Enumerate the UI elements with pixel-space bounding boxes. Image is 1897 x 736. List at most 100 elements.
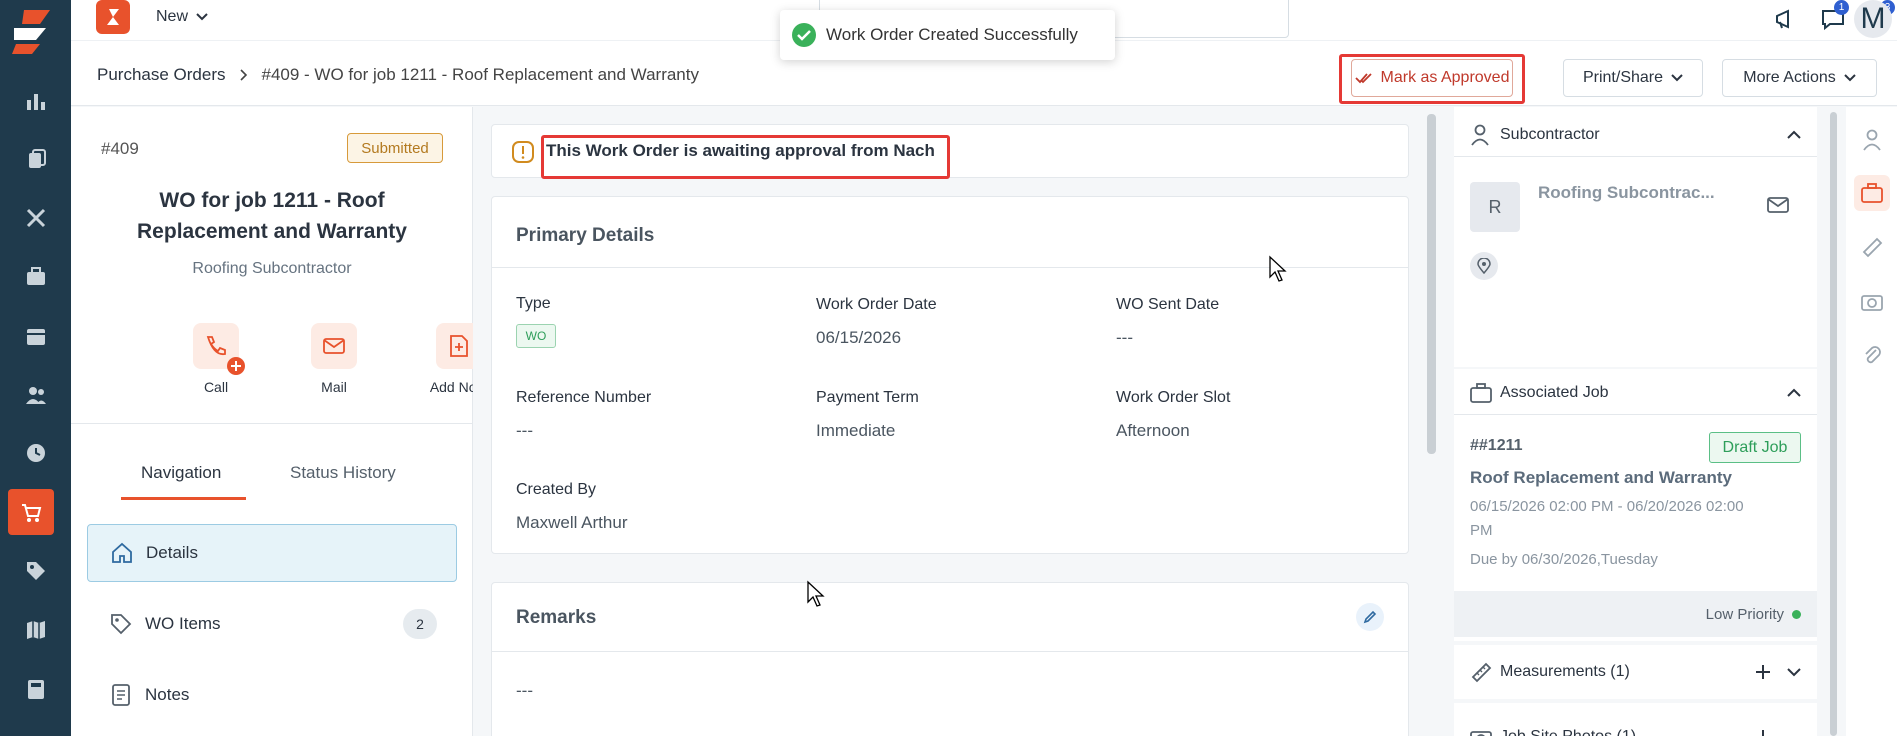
reference-number-label: Reference Number [516, 389, 652, 406]
right-panel-scrollbar[interactable] [1830, 112, 1837, 736]
chevron-up-icon [1787, 388, 1801, 397]
job-dates: 06/15/2026 02:00 PM - 06/20/2026 02:00 P… [1470, 495, 1744, 543]
right-icon-rail [1846, 107, 1897, 736]
mail-action[interactable]: Mail [289, 323, 379, 395]
main-scrollbar[interactable] [1427, 114, 1436, 454]
primary-details-card: Primary Details Type WO Work Order Date … [491, 196, 1409, 554]
approval-alert: This Work Order is awaiting approval fro… [491, 124, 1409, 178]
associated-job-header-label: Associated Job [1500, 383, 1609, 401]
main-content: This Work Order is awaiting approval fro… [473, 107, 1441, 736]
payment-term-value: Immediate [816, 421, 896, 440]
brand-logo[interactable] [10, 6, 54, 54]
new-label: New [156, 8, 189, 25]
toast-message: Work Order Created Successfully [826, 25, 1078, 44]
print-share-label: Print/Share [1582, 69, 1664, 86]
job-site-photos-header[interactable]: Job Site Photos (1) [1454, 715, 1817, 736]
chevron-down-icon [1671, 74, 1683, 82]
wo-slot-label: Work Order Slot [1116, 389, 1231, 406]
success-toast: Work Order Created Successfully [780, 10, 1115, 60]
chevron-down-icon [1787, 667, 1801, 676]
job-title[interactable]: Roof Replacement and Warranty [1470, 468, 1732, 488]
chevron-up-icon [1787, 130, 1801, 139]
approval-alert-text: This Work Order is awaiting approval fro… [546, 141, 935, 160]
chevron-down-icon [1844, 74, 1856, 82]
ruler-icon[interactable] [1854, 229, 1890, 265]
paperclip-icon[interactable] [1854, 337, 1890, 373]
calculator-icon[interactable] [0, 666, 71, 712]
ruler-icon [1471, 662, 1492, 683]
more-actions-button[interactable]: More Actions [1722, 59, 1877, 97]
associated-job-header[interactable]: Associated Job [1454, 371, 1817, 415]
user-avatar[interactable]: M [1854, 0, 1892, 38]
nav-item-wo-items[interactable]: WO Items 2 [87, 595, 457, 653]
chevron-down-icon [196, 13, 208, 21]
dashboard-icon[interactable] [0, 78, 71, 124]
phone-icon [193, 323, 245, 375]
measurements-header[interactable]: Measurements (1) [1454, 650, 1817, 694]
measurements-label: Measurements (1) [1500, 663, 1630, 680]
briefcase-icon[interactable] [0, 254, 71, 300]
check-circle-icon [792, 23, 816, 47]
documents-icon[interactable] [0, 136, 71, 182]
chat-icon[interactable]: 1 [1817, 0, 1849, 36]
breadcrumb: Purchase Orders #409 - WO for job 1211 -… [97, 65, 699, 85]
camera-icon[interactable] [1854, 283, 1890, 319]
tools-icon[interactable] [0, 195, 71, 241]
right-info-panel: Subcontractor R Roofing Subcontrac... As… [1441, 107, 1829, 736]
double-check-icon [1354, 73, 1372, 84]
user-icon[interactable] [1854, 122, 1890, 158]
measurements-section: Measurements (1) [1454, 645, 1817, 699]
tag-icon[interactable] [0, 548, 71, 594]
job-site-photos-label: Job Site Photos (1) [1500, 728, 1636, 736]
breadcrumb-current: #409 - WO for job 1211 - Roof Replacemen… [261, 65, 699, 84]
tag-icon [111, 614, 132, 635]
mail-icon [311, 323, 357, 369]
wo-title-line2: Replacement and Warranty [137, 220, 407, 243]
remarks-card: Remarks --- [491, 582, 1409, 736]
call-label: Call [203, 379, 229, 395]
contacts-icon[interactable] [0, 372, 71, 418]
calendar-icon[interactable] [0, 313, 71, 359]
created-by-label: Created By [516, 481, 597, 498]
wo-number: #409 [101, 139, 139, 158]
briefcase-icon[interactable] [1854, 175, 1890, 211]
more-actions-label: More Actions [1743, 69, 1836, 86]
chevron-right-icon [239, 69, 247, 81]
subcontractor-avatar: R [1470, 182, 1520, 232]
remarks-title: Remarks [516, 607, 597, 628]
mail-label: Mail [321, 379, 347, 395]
app-switcher-icon[interactable] [96, 0, 130, 34]
job-due-date: Due by 06/30/2026,Tuesday [1470, 551, 1658, 568]
call-action[interactable]: Call [171, 323, 261, 395]
edit-remarks-button[interactable] [1356, 603, 1384, 631]
subcontractor-header[interactable]: Subcontractor [1454, 113, 1817, 157]
wo-subcontractor: Roofing Subcontractor [192, 260, 352, 277]
subcontractor-name[interactable]: Roofing Subcontrac... [1538, 183, 1715, 203]
status-badge: Submitted [347, 133, 443, 163]
nav-item-notes[interactable]: Notes [87, 666, 457, 724]
mail-icon[interactable] [1767, 197, 1789, 213]
breadcrumb-purchase-orders[interactable]: Purchase Orders [97, 65, 226, 85]
wo-date-value: 06/15/2026 [816, 328, 902, 347]
print-share-button[interactable]: Print/Share [1563, 59, 1703, 97]
briefcase-icon [1470, 382, 1492, 403]
created-by-value: Maxwell Arthur [516, 513, 628, 532]
priority-dot-icon [1792, 609, 1801, 619]
job-status-badge: Draft Job [1709, 432, 1801, 463]
add-measurement-icon[interactable] [1755, 664, 1771, 680]
nav-item-details[interactable]: Details [87, 524, 457, 582]
user-icon [1471, 124, 1489, 146]
mark-approved-button[interactable]: Mark as Approved [1351, 59, 1513, 97]
add-photo-icon[interactable] [1755, 729, 1771, 736]
new-dropdown-button[interactable]: New [156, 8, 208, 26]
megaphone-icon[interactable] [1771, 2, 1803, 36]
location-pin-icon[interactable] [1470, 252, 1498, 280]
mouse-cursor-icon [807, 580, 825, 607]
tab-navigation[interactable]: Navigation [141, 463, 221, 483]
map-icon[interactable] [0, 607, 71, 653]
purchase-orders-cart-icon[interactable] [8, 489, 54, 535]
clock-icon[interactable] [0, 430, 71, 476]
tab-status-history[interactable]: Status History [290, 463, 396, 483]
wo-sent-date-label: WO Sent Date [1116, 296, 1220, 313]
job-dates-line1: 06/15/2026 02:00 PM - 06/20/2026 02:00 [1470, 498, 1744, 515]
